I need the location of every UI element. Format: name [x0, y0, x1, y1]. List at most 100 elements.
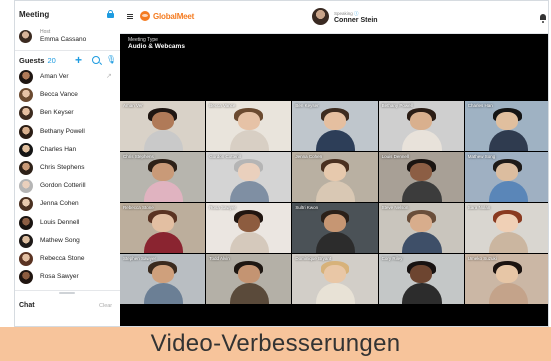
guest-list-item[interactable]: Charles Han	[19, 142, 119, 159]
guest-avatar	[19, 161, 33, 175]
video-tile[interactable]: Charles Han	[464, 101, 548, 151]
participant-face	[237, 163, 260, 181]
video-tile[interactable]: Gordon Cotterill	[206, 152, 292, 202]
video-tile-name: Dominique Bryant	[295, 256, 332, 261]
video-tile[interactable]: Rebecca Stone	[120, 203, 206, 253]
host-caption: Host	[40, 29, 51, 35]
participant-face	[237, 214, 260, 232]
video-tile-name: Umeko Suzuki	[467, 256, 497, 261]
guest-list-item[interactable]: Bethany Powell	[19, 124, 119, 141]
video-tile[interactable]: Chris Stephens	[120, 152, 206, 202]
participant-face	[410, 112, 433, 130]
menu-icon[interactable]	[127, 14, 133, 15]
video-tile[interactable]: Bethany Powell	[378, 101, 464, 151]
participant-face	[323, 163, 347, 181]
video-tile[interactable]: Sara Nolan	[464, 203, 548, 253]
participant-face	[237, 112, 260, 130]
video-tile[interactable]: Becca Vance	[206, 101, 292, 151]
guest-name: Ben Keyser	[40, 109, 74, 117]
guest-name: Rebecca Stone	[40, 255, 85, 262]
video-tile-name: Todd Alvin	[209, 256, 230, 261]
guest-list-item[interactable]: Becca Vance	[19, 87, 119, 104]
participant-face	[410, 265, 433, 283]
video-tile-name: Jenna Cohen	[295, 154, 323, 159]
guest-name: Jenna Cohen	[40, 200, 79, 208]
guest-avatar	[19, 197, 33, 212]
chat-label: Chat	[19, 302, 35, 309]
guest-avatar	[19, 106, 33, 121]
video-tile-name: Chris Stephens	[123, 154, 154, 159]
top-bar: GlobalMeet Speaking ⓘ Conner Stein	[120, 1, 548, 34]
video-tile[interactable]: Cory Riley	[378, 254, 464, 304]
participant-face	[151, 112, 174, 130]
video-tile-name: Rosa Sawyer	[209, 205, 236, 210]
guest-mic-icon[interactable]: ↗	[106, 72, 112, 81]
participant-face	[323, 265, 347, 283]
participant-face	[151, 163, 174, 181]
guest-name: Gordon Cotterill	[40, 182, 86, 190]
video-tile[interactable]: Todd Alvin	[206, 254, 292, 304]
guest-list-item[interactable]: Jenna Cohen	[19, 196, 119, 213]
guest-name: Charles Han	[40, 145, 77, 153]
video-tile-name: Bethany Powell	[381, 103, 413, 108]
video-tile[interactable]: Ben Keyser	[292, 101, 378, 151]
participant-face	[151, 214, 174, 232]
search-icon[interactable]	[92, 56, 100, 64]
participant-face	[410, 163, 433, 181]
guest-avatar	[19, 124, 33, 139]
mute-all-icon[interactable]: 🎙	[106, 55, 116, 65]
globalmeet-logo-icon	[140, 11, 150, 21]
guest-avatar	[19, 179, 33, 194]
video-tile[interactable]: Mathew Song	[464, 152, 548, 202]
guest-list-item[interactable]: Rebecca Stone	[19, 251, 119, 268]
video-tile[interactable]: Stephen Sawyer	[120, 254, 206, 304]
guest-name: Louis Dennell	[40, 218, 80, 226]
video-tile[interactable]: Rosa Sawyer	[206, 203, 292, 253]
video-tile-name: Mathew Song	[467, 154, 496, 159]
guest-avatar	[19, 233, 33, 248]
guests-label: Guests	[19, 56, 45, 65]
video-tile[interactable]: Jenna Cohen	[292, 152, 378, 202]
speaker-name: Conner Stein	[334, 17, 378, 24]
video-tile-name: Aman Ver	[123, 103, 143, 108]
guest-list-item[interactable]: Rosa Sawyer	[19, 269, 119, 286]
guest-list-item[interactable]: Ben Keyser	[19, 105, 119, 122]
participant-face	[151, 265, 174, 283]
video-tile-name: Cory Riley	[381, 256, 403, 261]
caption-banner: Video-Verbesserungen	[0, 327, 551, 361]
participant-face	[410, 214, 433, 232]
sidebar-title: Meeting	[19, 10, 50, 19]
logo-text: GlobalMeet	[153, 12, 195, 21]
guest-avatar	[19, 252, 33, 266]
video-tile[interactable]: Louis Dennell	[378, 152, 464, 202]
guest-name: Chris Stephens	[40, 164, 85, 171]
video-tile-name: Louis Dennell	[381, 154, 409, 159]
caption-banner-text: Video-Verbesserungen	[150, 330, 401, 357]
guest-name: Rosa Sawyer	[40, 273, 79, 281]
video-tile-name: Steve Nelson	[381, 205, 409, 210]
chat-clear-button[interactable]: Clear	[99, 303, 112, 309]
guest-list-item[interactable]: Gordon Cotterill	[19, 178, 119, 195]
guest-list-item[interactable]: Chris Stephens	[19, 160, 119, 177]
lock-icon[interactable]	[107, 10, 114, 18]
guest-list-item[interactable]: Louis Dennell	[19, 215, 119, 232]
participant-face	[237, 265, 260, 283]
video-tile[interactable]: Umeko Suzuki	[464, 254, 548, 304]
resize-handle[interactable]	[59, 292, 75, 294]
guest-list-item[interactable]: Aman Ver ↗	[19, 69, 119, 86]
divider	[15, 50, 120, 51]
guest-list-item[interactable]: Mathew Song	[19, 233, 119, 250]
video-tile[interactable]: Aman Ver	[120, 101, 206, 151]
notification-bell-icon[interactable]	[540, 14, 546, 23]
video-tile[interactable]: Dominique Bryant	[292, 254, 378, 304]
add-guest-icon[interactable]: +	[75, 54, 82, 66]
video-tile-name: Becca Vance	[209, 103, 236, 108]
video-tile[interactable]: Steve Nelson	[378, 203, 464, 253]
video-tile-name: Ben Keyser	[295, 103, 319, 108]
video-tile[interactable]: Sultri Kwon	[292, 203, 378, 253]
video-stage: Meeting Type Audio & Webcams Aman Ver Bec…	[120, 34, 548, 326]
video-tile-name: Gordon Cotterill	[209, 154, 241, 159]
host-avatar	[19, 30, 32, 43]
host-name: Emma Cassano	[40, 36, 87, 43]
guests-header: Guests 20	[19, 56, 56, 65]
